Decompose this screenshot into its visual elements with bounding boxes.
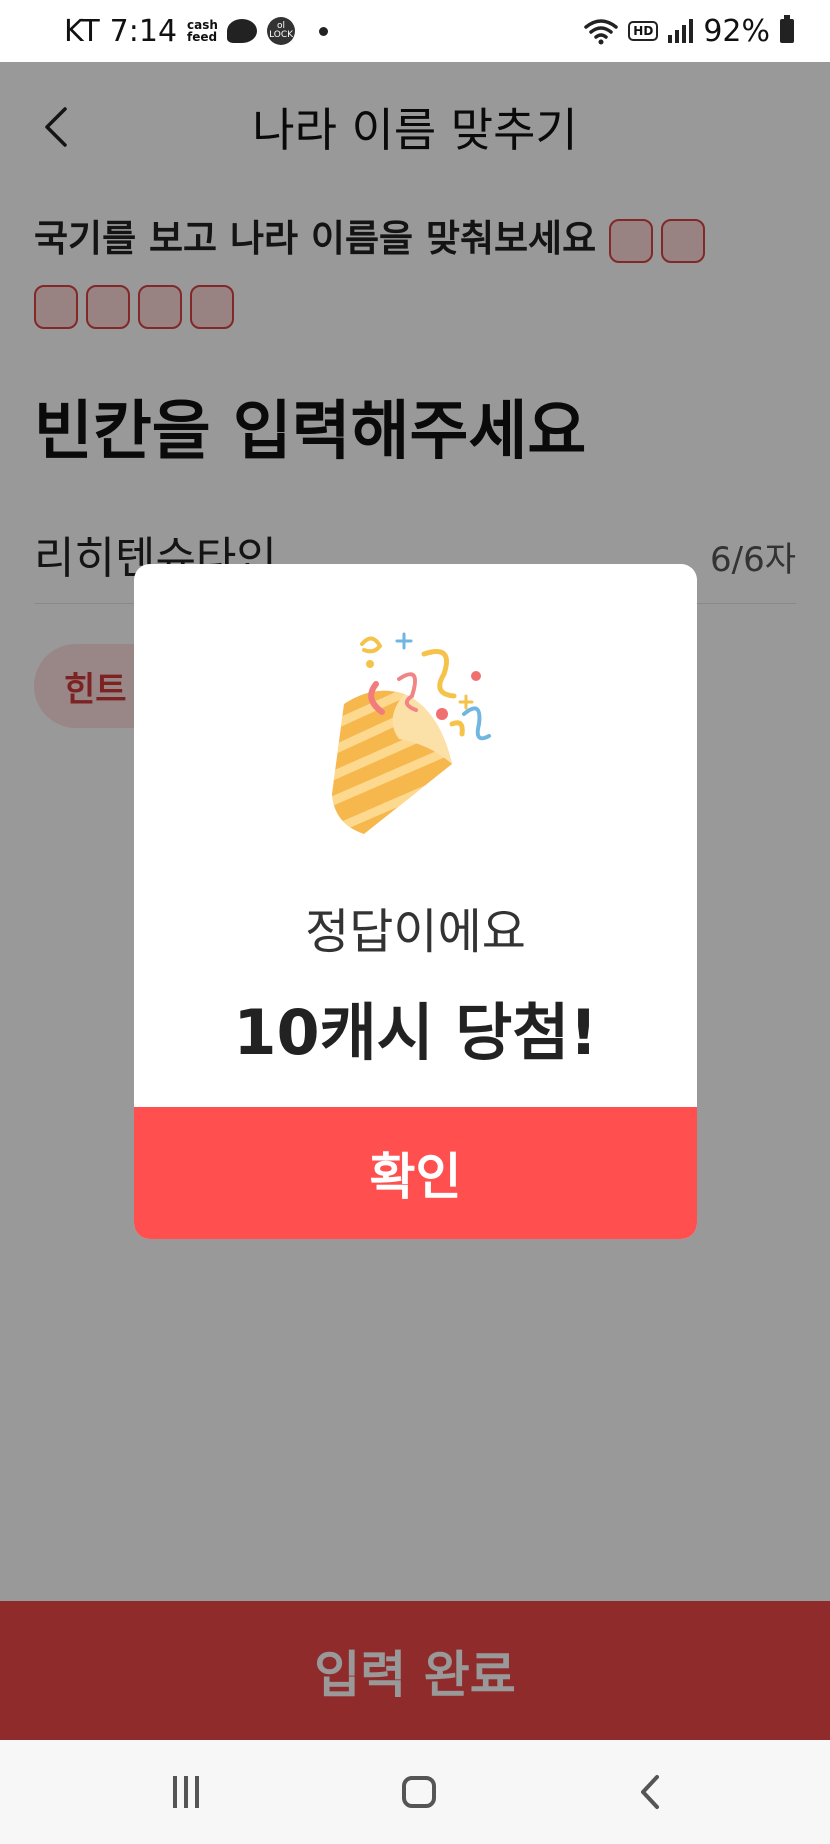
recent-apps-icon[interactable] (166, 1768, 206, 1816)
chat-bubble-icon (227, 19, 258, 43)
notification-dot-icon (319, 26, 329, 36)
modal-message: 정답이에요 (305, 904, 526, 960)
home-icon[interactable] (399, 1768, 439, 1816)
result-modal: 정답이에요 10캐시 당첨! 확인 (134, 564, 697, 1239)
status-right: HD 92% (584, 14, 794, 49)
cell-signal-icon (668, 19, 694, 43)
hd-voice-icon: HD (628, 21, 659, 41)
back-icon[interactable] (630, 1768, 670, 1816)
confirm-button[interactable]: 확인 (134, 1107, 697, 1239)
status-left: KT 7:14 cash feed ol LOCK (64, 13, 329, 49)
wifi-icon (584, 19, 619, 45)
clock: 7:14 (109, 13, 178, 49)
ollock-icon: ol LOCK (267, 17, 296, 45)
system-nav-bar (0, 1740, 830, 1844)
cashfeed-icon: cash feed (187, 18, 218, 44)
status-bar: KT 7:14 cash feed ol LOCK HD 92% (0, 0, 830, 62)
party-popper-icon (332, 632, 491, 835)
battery-percent: 92% (703, 13, 770, 49)
battery-icon (780, 15, 794, 43)
carrier-label: KT (64, 13, 100, 49)
modal-reward: 10캐시 당첨! (233, 996, 598, 1069)
